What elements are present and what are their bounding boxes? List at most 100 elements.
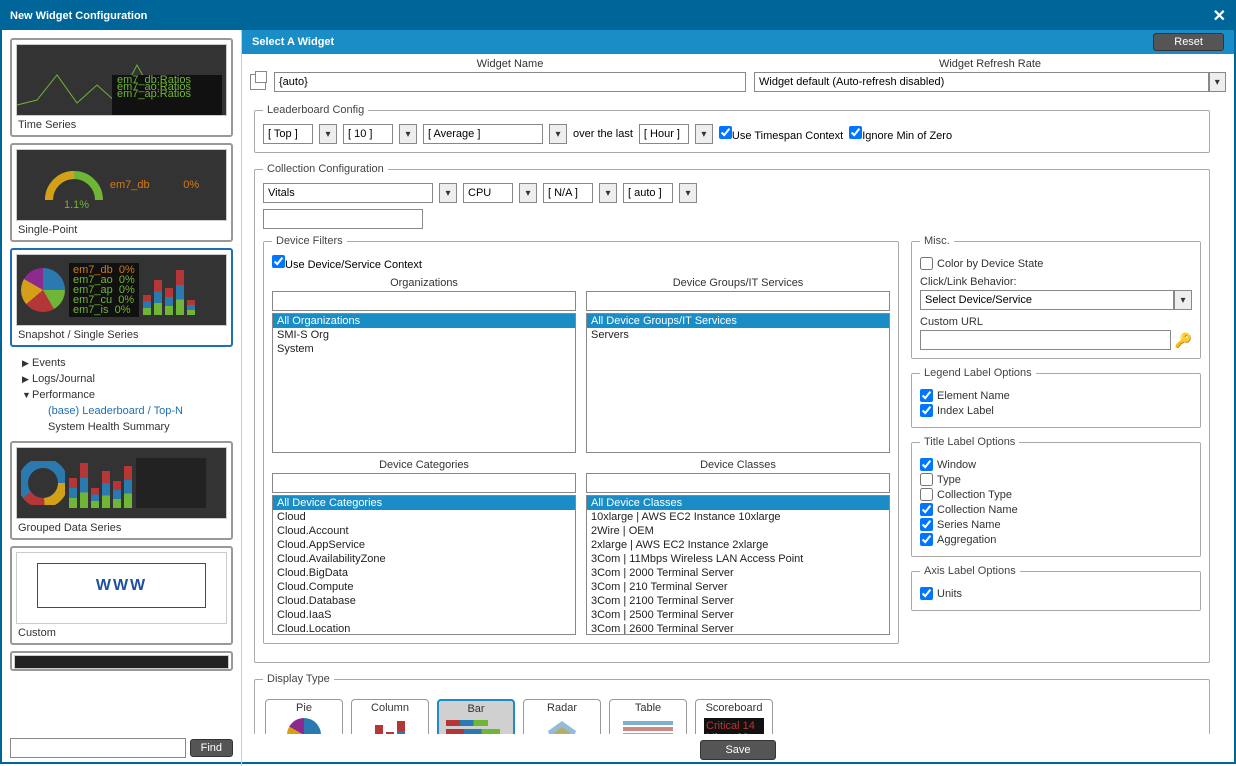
- lb-top-select[interactable]: [ Top ]: [263, 124, 313, 144]
- opt-coltype[interactable]: Collection Type: [920, 488, 1192, 501]
- list-item[interactable]: 3Com | 11Mbps Wireless LAN Access Point: [587, 552, 889, 566]
- svg-text:1.1%: 1.1%: [64, 199, 89, 210]
- list-item[interactable]: Cloud.Location: [273, 622, 575, 635]
- cc-metric-select[interactable]: CPU: [463, 183, 513, 203]
- orgs-filter-input[interactable]: [272, 291, 576, 311]
- widget-type-single-point[interactable]: 1.1% em7_db 0% Single-Point: [10, 143, 233, 242]
- find-input[interactable]: [10, 738, 186, 758]
- preview-custom: WWW: [16, 552, 227, 624]
- tree-item-syshealth[interactable]: System Health Summary: [22, 419, 233, 435]
- list-item[interactable]: 10xlarge | AWS EC2 Instance 10xlarge: [587, 510, 889, 524]
- list-item[interactable]: 2Wire | OEM: [587, 524, 889, 538]
- tree-logs[interactable]: Logs/Journal: [22, 371, 233, 387]
- key-icon[interactable]: 🔑: [1175, 332, 1192, 349]
- widget-type-grouped[interactable]: Grouped Data Series: [10, 441, 233, 540]
- list-item[interactable]: 3Com | 2000 Terminal Server: [587, 566, 889, 580]
- cc-auto-select[interactable]: [ auto ]: [623, 183, 673, 203]
- display-type-pie[interactable]: Pie: [265, 699, 343, 734]
- groups-filter-input[interactable]: [586, 291, 890, 311]
- widget-type-extra[interactable]: [10, 651, 233, 671]
- lb-ignore-min[interactable]: Ignore Min of Zero: [849, 126, 952, 142]
- tree-item-leaderboard[interactable]: (base) Leaderboard / Top-N: [22, 403, 233, 419]
- custom-url-input[interactable]: [920, 330, 1171, 350]
- lb-period-select[interactable]: [ Hour ]: [639, 124, 689, 144]
- list-item[interactable]: 2xlarge | AWS EC2 Instance 2xlarge: [587, 538, 889, 552]
- list-item[interactable]: All Device Categories: [273, 496, 575, 510]
- opt-type[interactable]: Type: [920, 473, 1192, 486]
- classes-filter-input[interactable]: [586, 473, 890, 493]
- classes-listbox[interactable]: All Device Classes 10xlarge | AWS EC2 In…: [586, 495, 890, 635]
- list-item[interactable]: 3Com | 2100 Terminal Server: [587, 594, 889, 608]
- orgs-listbox[interactable]: All Organizations SMI-S Org System: [272, 313, 576, 453]
- find-button[interactable]: Find: [190, 739, 233, 757]
- list-item[interactable]: 3Com | 210 Terminal Server: [587, 580, 889, 594]
- tree-performance[interactable]: Performance: [22, 387, 233, 403]
- chevron-down-icon[interactable]: [1174, 290, 1192, 310]
- chevron-down-icon[interactable]: [399, 124, 417, 144]
- lb-timespan-ctx[interactable]: Use Timespan Context: [719, 126, 843, 142]
- cats-listbox[interactable]: All Device Categories Cloud Cloud.Accoun…: [272, 495, 576, 635]
- opt-series[interactable]: Series Name: [920, 518, 1192, 531]
- refresh-rate-label: Widget Refresh Rate: [939, 58, 1041, 70]
- list-item[interactable]: Cloud: [273, 510, 575, 524]
- groups-listbox[interactable]: All Device Groups/IT Services Servers: [586, 313, 890, 453]
- display-type-radar[interactable]: Radar: [523, 699, 601, 734]
- close-icon[interactable]: ✕: [1213, 6, 1226, 26]
- opt-agg[interactable]: Aggregation: [920, 533, 1192, 546]
- snapshot-tree: Events Logs/Journal Performance (base) L…: [10, 353, 233, 441]
- list-item[interactable]: Cloud.IaaS: [273, 608, 575, 622]
- list-item[interactable]: Cloud.Account: [273, 524, 575, 538]
- list-item[interactable]: 3Com | 2600 Terminal Server: [587, 622, 889, 635]
- chevron-down-icon[interactable]: [1209, 72, 1226, 92]
- chevron-down-icon[interactable]: [549, 124, 567, 144]
- save-button[interactable]: Save: [700, 740, 775, 760]
- opt-colname[interactable]: Collection Name: [920, 503, 1192, 516]
- lb-agg-select[interactable]: [ Average ]: [423, 124, 543, 144]
- widget-type-snapshot[interactable]: em7_db 0% em7_ao 0% em7_ap 0% em7_cu 0% …: [10, 248, 233, 347]
- cc-na-select[interactable]: [ N/A ]: [543, 183, 593, 203]
- list-item[interactable]: Cloud.AppService: [273, 538, 575, 552]
- widget-type-time-series[interactable]: em7_db:Ratiosem7_ao:Ratiosem7_ap:Ratios …: [10, 38, 233, 137]
- opt-window[interactable]: Window: [920, 458, 1192, 471]
- list-item[interactable]: 3Com | 2500 Terminal Server: [587, 608, 889, 622]
- list-item[interactable]: All Device Classes: [587, 496, 889, 510]
- display-type-table[interactable]: Table: [609, 699, 687, 734]
- cc-source-select[interactable]: Vitals: [263, 183, 433, 203]
- preview-snapshot: em7_db 0% em7_ao 0% em7_ap 0% em7_cu 0% …: [16, 254, 227, 326]
- lb-count-select[interactable]: [ 10 ]: [343, 124, 393, 144]
- collection-config: Collection Configuration Vitals CPU [ N/…: [254, 163, 1210, 663]
- list-item[interactable]: All Organizations: [273, 314, 575, 328]
- use-device-context[interactable]: Use Device/Service Context: [272, 259, 422, 271]
- opt-element-name[interactable]: Element Name: [920, 389, 1192, 402]
- chevron-down-icon[interactable]: [439, 183, 457, 203]
- chevron-down-icon[interactable]: [679, 183, 697, 203]
- refresh-rate-select[interactable]: [754, 72, 1209, 92]
- tree-events[interactable]: Events: [22, 355, 233, 371]
- color-by-state[interactable]: Color by Device State: [920, 257, 1192, 270]
- click-behavior-select[interactable]: [920, 290, 1174, 310]
- chevron-down-icon[interactable]: [519, 183, 537, 203]
- list-item[interactable]: SMI-S Org: [273, 328, 575, 342]
- list-item[interactable]: Cloud.AvailabilityZone: [273, 552, 575, 566]
- list-item[interactable]: Cloud.Database: [273, 594, 575, 608]
- chevron-down-icon[interactable]: [319, 124, 337, 144]
- list-item[interactable]: System: [273, 342, 575, 356]
- widget-type-custom[interactable]: WWW Custom: [10, 546, 233, 645]
- list-item[interactable]: Cloud.Compute: [273, 580, 575, 594]
- list-item[interactable]: Servers: [587, 328, 889, 342]
- widget-name-input[interactable]: [274, 72, 746, 92]
- window-title: New Widget Configuration: [10, 10, 147, 22]
- list-item[interactable]: Cloud.BigData: [273, 566, 575, 580]
- display-type-column[interactable]: Column: [351, 699, 429, 734]
- chevron-down-icon[interactable]: [599, 183, 617, 203]
- display-type-scoreboard[interactable]: Scoreboard Critical 14Minor 32Healthy 17…: [695, 699, 773, 734]
- cats-filter-input[interactable]: [272, 473, 576, 493]
- opt-index-label[interactable]: Index Label: [920, 404, 1192, 417]
- duplicate-icon[interactable]: [250, 74, 266, 90]
- chevron-down-icon[interactable]: [695, 124, 713, 144]
- reset-button[interactable]: Reset: [1153, 33, 1224, 51]
- display-type-bar[interactable]: Bar: [437, 699, 515, 734]
- opt-units[interactable]: Units: [920, 587, 1192, 600]
- cc-filter-input[interactable]: [263, 209, 423, 229]
- list-item[interactable]: All Device Groups/IT Services: [587, 314, 889, 328]
